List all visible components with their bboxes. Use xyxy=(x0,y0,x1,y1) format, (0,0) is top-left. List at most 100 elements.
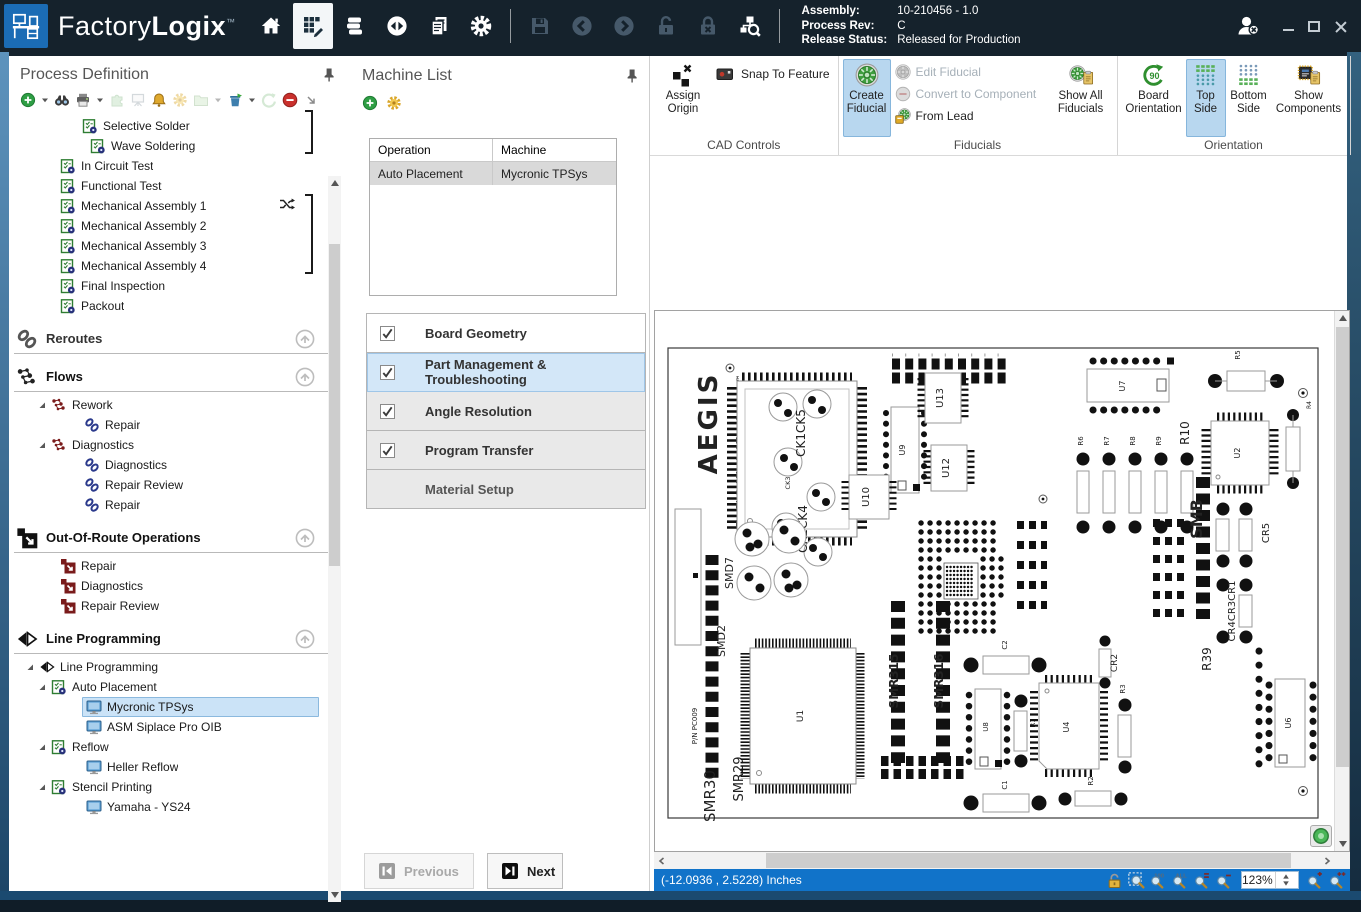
step-material-setup[interactable]: Material Setup xyxy=(367,470,645,509)
cad-canvas[interactable]: AEGIS The Digital Mind of Manufacturing™… xyxy=(654,310,1350,852)
scroll-down-icon[interactable] xyxy=(1335,837,1350,851)
tree-item-flow-link[interactable]: Diagnostics xyxy=(12,455,343,475)
pcb-u1[interactable]: U1 xyxy=(745,643,860,789)
find-icon[interactable] xyxy=(54,92,70,108)
folder-dropdown-icon[interactable] xyxy=(214,96,222,104)
scroll-up-icon[interactable] xyxy=(328,176,341,190)
tree-item-operation[interactable]: Final Inspection xyxy=(12,276,343,296)
tree-item-operation[interactable]: Wave Soldering xyxy=(12,136,343,156)
step-program-transfer[interactable]: Program Transfer xyxy=(367,431,645,470)
zoom-all-icon[interactable]: ALL xyxy=(1172,872,1189,889)
collapse-up-icon[interactable] xyxy=(295,367,315,387)
show-components-button[interactable]: Show Components xyxy=(1272,59,1346,137)
forward-button[interactable] xyxy=(604,3,644,49)
scrollbar-thumb[interactable] xyxy=(766,853,1291,868)
section-out-of-route[interactable]: Out-Of-Route Operations xyxy=(12,524,343,551)
expander-icon[interactable] xyxy=(38,441,46,449)
section-reroutes[interactable]: Reroutes xyxy=(12,325,343,352)
back-button[interactable] xyxy=(562,3,602,49)
step-part-management[interactable]: Part Management & Troubleshooting xyxy=(367,353,645,392)
pcb-u10[interactable]: U10 xyxy=(845,475,893,519)
pan-lock-icon[interactable] xyxy=(1106,872,1123,889)
maximize-button[interactable] xyxy=(1308,21,1320,32)
unlock-button[interactable] xyxy=(646,3,686,49)
pcb-u2[interactable]: U2 xyxy=(1206,417,1274,489)
collapse-corner-icon[interactable] xyxy=(305,94,317,106)
from-lead-button[interactable]: From Lead xyxy=(891,105,1049,127)
nav-home-button[interactable] xyxy=(251,3,291,49)
tree-item-machine[interactable]: Yamaha - YS24 xyxy=(12,797,343,817)
checkbox[interactable] xyxy=(380,326,395,341)
checkbox[interactable] xyxy=(380,443,395,458)
column-operation[interactable]: Operation xyxy=(370,139,493,161)
zoom-out-2-icon[interactable] xyxy=(1194,872,1211,889)
create-fiducial-button[interactable]: Create Fiducial xyxy=(843,59,891,137)
scrollbar-thumb[interactable] xyxy=(329,244,340,566)
step-board-geometry[interactable]: Board Geometry xyxy=(367,314,645,353)
edit-fiducial-button[interactable]: Edit Fiducial xyxy=(891,61,1049,83)
show-all-fiducials-button[interactable]: Show All Fiducials xyxy=(1049,59,1113,137)
tree-item-lp-group[interactable]: Reflow xyxy=(12,737,343,757)
folder-icon[interactable] xyxy=(193,92,209,108)
process-panel-scrollbar[interactable] xyxy=(328,176,341,902)
nav-transfer-button[interactable] xyxy=(377,3,417,49)
collapse-up-icon[interactable] xyxy=(295,629,315,649)
tree-item-oor[interactable]: Diagnostics xyxy=(12,576,343,596)
lock-cancel-button[interactable] xyxy=(688,3,728,49)
tree-item-operation[interactable]: Mechanical Assembly 2 xyxy=(12,216,343,236)
print-icon[interactable] xyxy=(75,92,91,108)
column-machine[interactable]: Machine xyxy=(493,139,616,161)
tree-item-lp-root[interactable]: Line Programming xyxy=(12,657,343,677)
tree-item-oor[interactable]: Repair xyxy=(12,556,343,576)
expander-icon[interactable] xyxy=(38,743,46,751)
next-button[interactable]: Next xyxy=(487,853,563,889)
tree-item-machine[interactable]: Heller Reflow xyxy=(12,757,343,777)
pcb-u9[interactable]: U9 xyxy=(886,407,924,493)
tree-item-machine[interactable]: ASM Siplace Pro OIB xyxy=(12,717,343,737)
tree-item-operation[interactable]: In Circuit Test xyxy=(12,156,343,176)
pcb-u8[interactable]: U8 xyxy=(969,689,1007,769)
save-button[interactable] xyxy=(520,3,560,49)
scrollbar-thumb[interactable] xyxy=(1336,327,1349,767)
machine-table-row[interactable]: Auto Placement Mycronic TPSys xyxy=(370,162,616,185)
add-machine-icon[interactable] xyxy=(362,95,378,111)
add-dropdown-icon[interactable] xyxy=(41,96,49,104)
expander-icon[interactable] xyxy=(38,401,46,409)
tree-item-operation[interactable]: Mechanical Assembly 3 xyxy=(12,236,343,256)
pcb-u12[interactable]: U12 xyxy=(927,445,971,491)
nav-process-definition-button[interactable] xyxy=(293,3,333,49)
checkbox[interactable] xyxy=(380,404,395,419)
rearrange-icon[interactable] xyxy=(109,92,125,108)
board-orientation-button[interactable]: 90 Board Orientation xyxy=(1122,59,1186,137)
nav-settings-button[interactable] xyxy=(461,3,501,49)
spinner-up-icon[interactable] xyxy=(1282,873,1290,880)
zoom-level-input[interactable]: 123% xyxy=(1241,871,1299,889)
tree-item-operation[interactable]: Functional Test xyxy=(12,176,343,196)
zoom-in-2-icon[interactable] xyxy=(1329,872,1346,889)
tree-item-lp-group[interactable]: Stencil Printing xyxy=(12,777,343,797)
scroll-left-icon[interactable] xyxy=(654,852,670,869)
zoom-out-icon[interactable] xyxy=(1216,872,1233,889)
nav-reports-button[interactable] xyxy=(419,3,459,49)
spinner-down-icon[interactable] xyxy=(1282,880,1290,887)
pin-icon[interactable] xyxy=(321,67,337,83)
tree-item-lp-group[interactable]: Auto Placement xyxy=(12,677,343,697)
fit-view-button[interactable] xyxy=(1310,825,1332,847)
scroll-up-icon[interactable] xyxy=(1335,311,1350,325)
tree-item-flow[interactable]: Rework xyxy=(12,395,343,415)
structure-search-button[interactable] xyxy=(730,3,770,49)
zoom-100-icon[interactable]: 100 xyxy=(1150,872,1167,889)
tree-item-flow-link[interactable]: Repair xyxy=(12,495,343,515)
assign-origin-button[interactable]: Assign Origin xyxy=(654,59,712,137)
tree-item-flow[interactable]: Diagnostics xyxy=(12,435,343,455)
collapse-up-icon[interactable] xyxy=(295,528,315,548)
pcb-u13[interactable]: U13 xyxy=(921,373,965,423)
scroll-right-icon[interactable] xyxy=(1319,852,1335,869)
refresh-icon[interactable] xyxy=(261,92,277,108)
step-angle-resolution[interactable]: Angle Resolution xyxy=(367,392,645,431)
close-button[interactable] xyxy=(1334,20,1347,33)
tree-item-operation[interactable]: Packout xyxy=(12,296,343,316)
collapse-up-icon[interactable] xyxy=(295,329,315,349)
previous-button[interactable]: Previous xyxy=(364,853,474,889)
tree-item-oor[interactable]: Repair Review xyxy=(12,596,343,616)
